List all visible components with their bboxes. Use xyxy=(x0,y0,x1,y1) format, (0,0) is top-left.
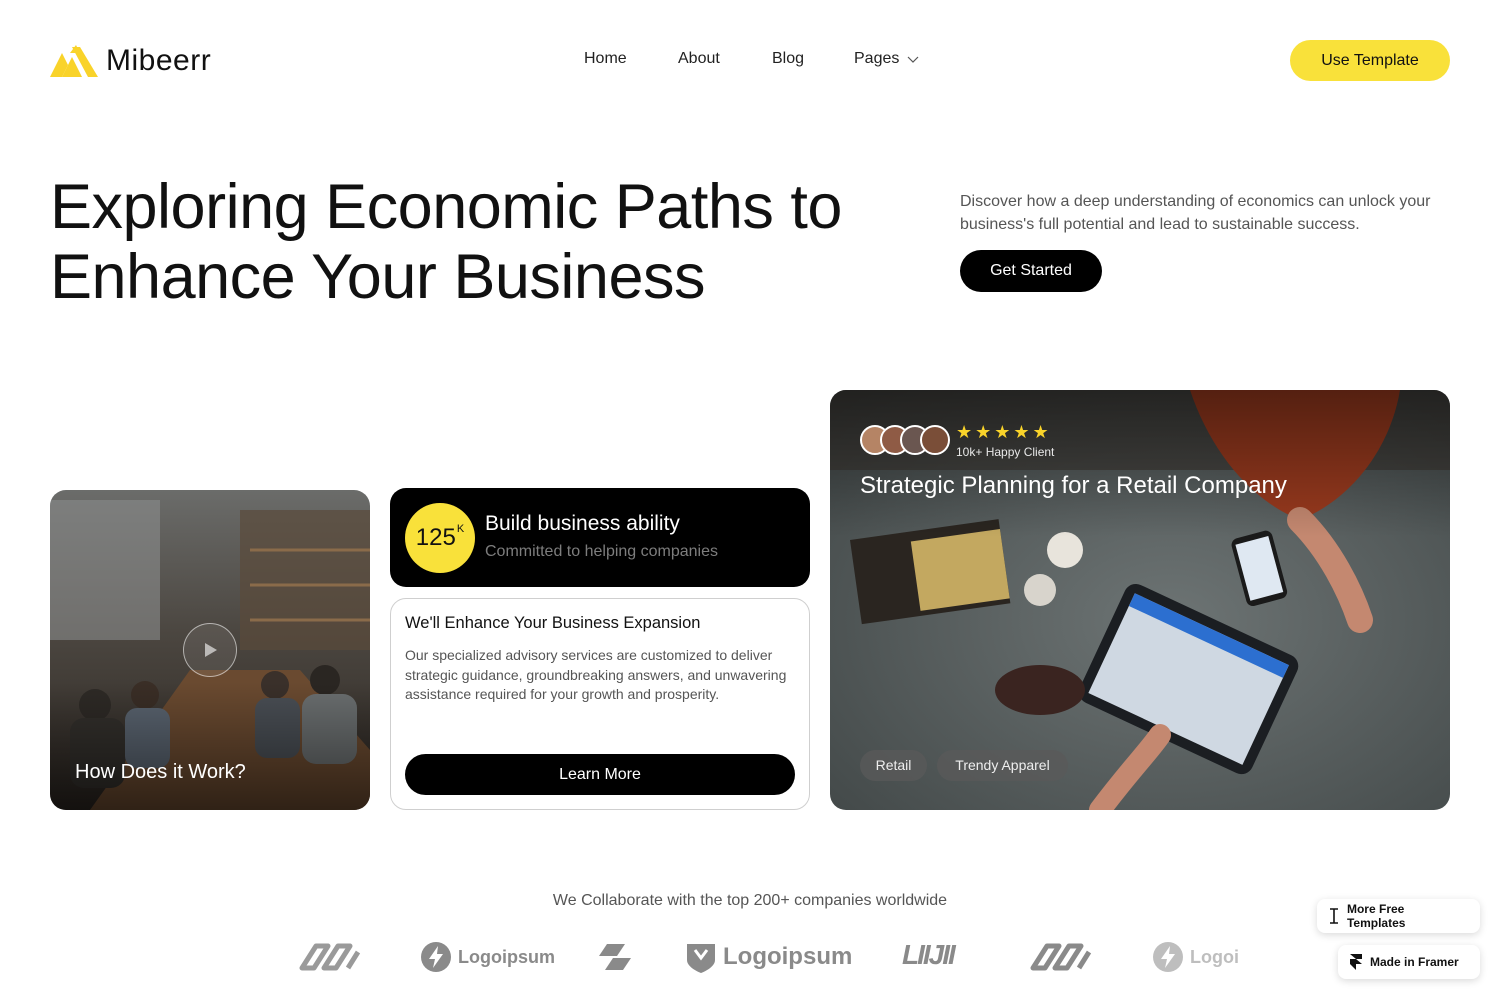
stat-suffix: K xyxy=(456,523,465,535)
logo[interactable]: Mibeerr xyxy=(50,44,211,78)
text-cursor-icon xyxy=(1329,908,1338,924)
slash-logo-icon xyxy=(599,944,631,970)
hero-description: Discover how a deep understanding of eco… xyxy=(960,193,1431,233)
stat-subtitle: Committed to helping companies xyxy=(485,543,719,560)
play-button[interactable] xyxy=(183,623,237,677)
made-in-framer-button[interactable]: Made in Framer xyxy=(1338,945,1480,979)
infinity-logo-icon xyxy=(1030,943,1092,971)
tag-trendy-apparel[interactable]: Trendy Apparel xyxy=(937,750,1068,781)
partner-logos: Logoipsum Logoipsum LIIJII Logoi xyxy=(290,936,1240,978)
made-in-framer-label: Made in Framer xyxy=(1370,955,1459,969)
framer-icon xyxy=(1350,954,1362,970)
infinity-logo-icon xyxy=(299,943,361,971)
chevron-down-icon xyxy=(907,56,919,63)
logo-wordmark-icon: LIIJII xyxy=(902,939,959,970)
partner-logo: Logoipsum xyxy=(685,940,852,974)
rating-stars: ★★★★★ xyxy=(956,422,1052,442)
video-label: How Does it Work? xyxy=(75,761,246,783)
hero-title: Exploring Economic Paths to Enhance Your… xyxy=(50,172,842,312)
nav-blog[interactable]: Blog xyxy=(772,50,804,68)
learn-more-button[interactable]: Learn More xyxy=(405,754,795,795)
case-study-title: Strategic Planning for a Retail Company xyxy=(860,472,1287,499)
shield-logo-icon xyxy=(687,944,715,973)
partner-logo-text: Logoipsum xyxy=(458,946,555,967)
get-started-button[interactable]: Get Started xyxy=(960,250,1102,292)
happy-client-count: 10k+ Happy Client xyxy=(956,445,1055,459)
site-header: Mibeerr Home About Blog Pages Use Templa… xyxy=(0,0,1500,120)
stat-badge: 125 K xyxy=(405,503,475,573)
nav-home[interactable]: Home xyxy=(584,50,627,68)
info-title: We'll Enhance Your Business Expansion xyxy=(405,614,701,632)
info-body: Our specialized advisory services are cu… xyxy=(405,647,787,702)
svg-text:LIIJII: LIIJII xyxy=(902,939,957,970)
logo-mark-icon xyxy=(50,45,98,77)
use-template-button[interactable]: Use Template xyxy=(1290,40,1450,81)
nav-pages-label: Pages xyxy=(854,50,900,67)
partners-heading: We Collaborate with the top 200+ compani… xyxy=(552,892,948,909)
nav-pages[interactable]: Pages xyxy=(854,50,919,68)
nav-about[interactable]: About xyxy=(678,50,720,68)
partner-logo-text: Logoi xyxy=(1190,946,1239,967)
tag-retail[interactable]: Retail xyxy=(860,750,927,781)
more-templates-label: More Free Templates xyxy=(1346,902,1406,930)
partner-logo-text: Logoipsum xyxy=(723,943,853,970)
play-icon xyxy=(205,643,217,657)
bolt-logo-icon xyxy=(421,942,451,972)
avatar xyxy=(920,425,950,455)
logo-text: Mibeerr xyxy=(106,44,212,77)
stat-title: Build business ability xyxy=(485,512,680,535)
bolt-logo-icon xyxy=(1153,942,1183,972)
partner-logo: Logoi xyxy=(1152,941,1239,973)
partner-logo: Logoipsum xyxy=(420,941,555,973)
client-avatars xyxy=(860,425,950,455)
stat-number: 125 xyxy=(415,524,456,551)
more-templates-button[interactable]: More Free Templates xyxy=(1317,899,1480,933)
